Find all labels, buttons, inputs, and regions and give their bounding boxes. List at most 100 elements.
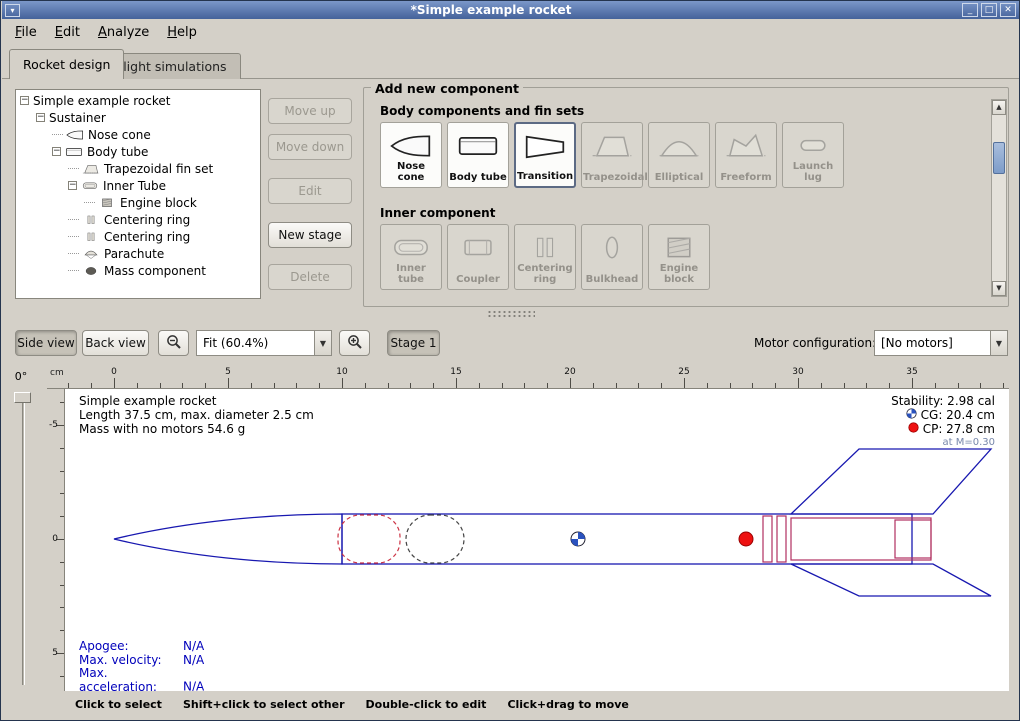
minimize-button[interactable]: _ — [962, 3, 978, 17]
motor-configuration-select[interactable]: [No motors] ▼ — [874, 330, 1008, 356]
h-ruler-tick — [752, 383, 753, 388]
titlebar[interactable]: ▾ *Simple example rocket _ □ ✕ — [2, 1, 1019, 19]
h-ruler-tick — [274, 383, 275, 388]
launch-lug-icon — [791, 132, 835, 163]
section-label-inner-component: Inner component — [380, 206, 495, 220]
rocket-name: Simple example rocket — [79, 394, 314, 408]
tree-expander-icon[interactable]: − — [20, 96, 29, 105]
tree-item-nose-cone[interactable]: Nose cone — [16, 126, 260, 143]
tree-expander-icon[interactable]: − — [36, 113, 45, 122]
stability-value: Stability: 2.98 cal — [891, 394, 995, 408]
tree-connector — [68, 219, 79, 220]
h-ruler-tick — [1003, 383, 1004, 388]
fin-lower-outline[interactable] — [791, 564, 991, 596]
cp-text: CP: 27.8 cm — [923, 422, 995, 436]
menu-help[interactable]: Help — [158, 21, 206, 44]
zoom-select-value: Fit (60.4%) — [197, 336, 314, 350]
tree-item-label: Sustainer — [49, 111, 106, 125]
h-ruler-tick — [319, 383, 320, 388]
menu-edit[interactable]: Edit — [46, 21, 89, 44]
component-button-label: Centering ring — [516, 263, 574, 285]
inner-tube-icon — [81, 180, 99, 192]
zoom-select[interactable]: Fit (60.4%) ▼ — [196, 330, 332, 356]
add-transition-button[interactable]: Transition — [514, 122, 576, 188]
edit-button[interactable]: Edit — [268, 178, 352, 204]
tree-item-inner-tube[interactable]: −Inner Tube — [16, 177, 260, 194]
tree-item-parachute[interactable]: Parachute — [16, 245, 260, 262]
flight-value: N/A — [183, 680, 204, 692]
engine-block-outline[interactable] — [895, 520, 931, 558]
v-ruler-tick — [60, 676, 64, 677]
scrollbar-thumb[interactable] — [993, 142, 1005, 174]
hint-click-to-select: Click to select — [75, 698, 162, 711]
cp-row: CP: 27.8 cm — [891, 422, 995, 436]
parachute-outline[interactable] — [406, 515, 464, 563]
menu-analyze[interactable]: Analyze — [89, 21, 158, 44]
tree-item-label: Body tube — [87, 145, 148, 159]
tree-item-centering-ring[interactable]: Centering ring — [16, 228, 260, 245]
add-trapezoidal-button: Trapezoidal — [581, 122, 643, 188]
tree-item-sustainer[interactable]: −Sustainer — [16, 109, 260, 126]
stage-1-toggle[interactable]: Stage 1 — [387, 330, 440, 356]
side-view-button[interactable]: Side view — [15, 330, 77, 356]
menu-file[interactable]: File — [6, 21, 46, 44]
add-launch-lug-button: Launch lug — [782, 122, 844, 188]
cg-marker — [571, 532, 585, 546]
zoom-in-button[interactable] — [339, 330, 370, 356]
window-menu-icon[interactable]: ▾ — [5, 4, 20, 17]
stability-text: Stability: 2.98 cal — [891, 394, 995, 408]
centering-ring-1-outline[interactable] — [763, 516, 772, 562]
v-ruler-tick — [60, 448, 64, 449]
h-ruler-tick — [479, 383, 480, 388]
chevron-down-icon[interactable]: ▼ — [990, 331, 1007, 355]
inner-tube-outline[interactable] — [791, 518, 931, 560]
add-nose-cone-button[interactable]: Nose cone — [380, 122, 442, 188]
new-stage-button[interactable]: New stage — [268, 222, 352, 248]
bulkhead-icon — [590, 234, 634, 265]
tree-item-centering-ring[interactable]: Centering ring — [16, 211, 260, 228]
fin-upper-outline[interactable] — [791, 449, 991, 514]
fin-trapezoidal-icon — [82, 163, 100, 175]
close-button[interactable]: ✕ — [1000, 3, 1016, 17]
component-scrollbar[interactable]: ▲ ▼ — [991, 99, 1007, 297]
add-component-title: Add new component — [371, 81, 523, 96]
component-tree[interactable]: −Simple example rocket−SustainerNose con… — [15, 89, 261, 299]
tree-item-trapezoidal-fin-set[interactable]: Trapezoidal fin set — [16, 160, 260, 177]
centering-ring-2-outline[interactable] — [777, 516, 786, 562]
component-button-label: Coupler — [449, 274, 507, 285]
add-freeform-button: Freeform — [715, 122, 777, 188]
move-down-button[interactable]: Move down — [268, 134, 352, 160]
tree-item-body-tube[interactable]: − Body tube — [16, 143, 260, 160]
rocket-info: Simple example rocket Length 37.5 cm, ma… — [79, 394, 314, 436]
body-tube-outline[interactable] — [342, 514, 912, 564]
tree-item-mass-component[interactable]: Mass component — [16, 262, 260, 279]
rotation-slider-handle[interactable] — [14, 392, 31, 403]
h-ruler-tick — [342, 378, 343, 388]
back-view-button[interactable]: Back view — [82, 330, 149, 356]
flight-label: Apogee: — [79, 640, 183, 654]
nose-cone-outline[interactable] — [114, 514, 342, 564]
chevron-down-icon[interactable]: ▼ — [314, 331, 331, 355]
rocket-canvas[interactable]: Simple example rocket Length 37.5 cm, ma… — [65, 389, 1009, 691]
scroll-up-button[interactable]: ▲ — [992, 100, 1006, 115]
zoom-in-icon — [347, 334, 363, 353]
h-ruler-tick — [205, 383, 206, 388]
splitter-handle[interactable] — [487, 310, 535, 318]
zoom-out-button[interactable] — [158, 330, 189, 356]
motor-configuration-label: Motor configuration: — [754, 336, 876, 350]
mass-component-outline[interactable] — [338, 515, 400, 563]
scroll-down-button[interactable]: ▼ — [992, 281, 1006, 296]
maximize-button[interactable]: □ — [981, 3, 997, 17]
add-bulkhead-button: Bulkhead — [581, 224, 643, 290]
h-ruler-tick — [182, 383, 183, 388]
add-body-tube-button[interactable]: Body tube — [447, 122, 509, 188]
tab-rocket-design[interactable]: Rocket design — [9, 49, 124, 79]
tree-item-simple-example-rocket[interactable]: −Simple example rocket — [16, 92, 260, 109]
tree-item-engine-block[interactable]: Engine block — [16, 194, 260, 211]
delete-button[interactable]: Delete — [268, 264, 352, 290]
tree-expander-icon[interactable]: − — [52, 147, 61, 156]
h-ruler-tick — [661, 383, 662, 388]
move-up-button[interactable]: Move up — [268, 98, 352, 124]
tree-expander-icon[interactable]: − — [68, 181, 77, 190]
rotation-slider[interactable] — [22, 399, 25, 685]
